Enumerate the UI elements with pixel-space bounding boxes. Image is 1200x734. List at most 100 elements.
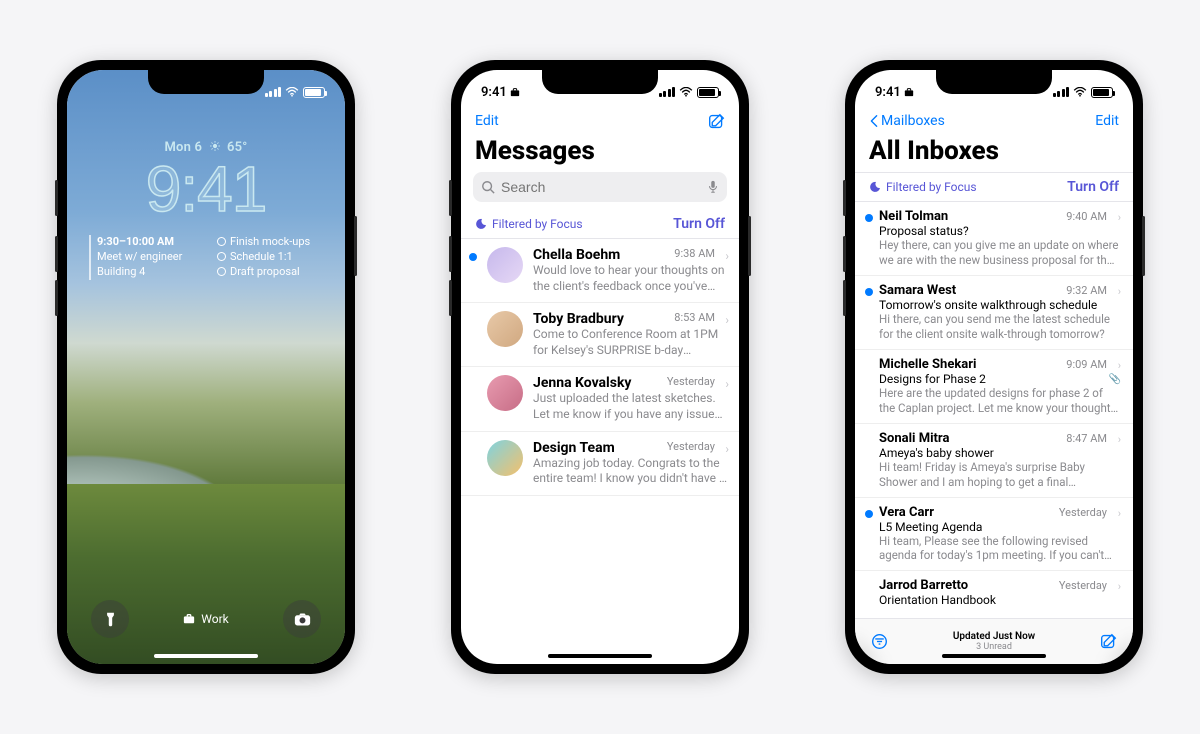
status-time: 9:41 xyxy=(481,85,507,100)
wifi-icon xyxy=(285,87,299,97)
avatar xyxy=(487,311,523,347)
attachment-icon: 📎 xyxy=(1109,374,1121,385)
mail-subject: Ameya's baby shower xyxy=(879,446,1119,460)
home-indicator[interactable] xyxy=(942,654,1046,658)
chevron-right-icon: › xyxy=(725,442,729,456)
mail-subject: Designs for Phase 2 xyxy=(879,372,1119,386)
focus-status-icon xyxy=(510,87,520,97)
timestamp: Yesterday xyxy=(667,375,715,388)
compose-button[interactable] xyxy=(1100,633,1117,650)
timestamp: 9:40 AM xyxy=(1066,210,1107,223)
mail-row[interactable]: Samara WestTomorrow's onsite walkthrough… xyxy=(855,276,1133,350)
lock-time: 9:41 xyxy=(83,157,329,221)
mail-preview: Hey there, can you give me an update on … xyxy=(879,238,1119,268)
mail-row[interactable]: Michelle ShekariDesigns for Phase 2Here … xyxy=(855,350,1133,424)
signal-icon xyxy=(265,87,282,97)
search-input[interactable] xyxy=(473,172,727,202)
timestamp: Yesterday xyxy=(1059,579,1107,592)
message-preview: Just uploaded the latest sketches. Let m… xyxy=(533,391,727,422)
chevron-right-icon: › xyxy=(1118,580,1121,593)
flashlight-button[interactable] xyxy=(91,600,129,638)
turn-off-filter-button[interactable]: Turn Off xyxy=(673,216,725,232)
mail-row[interactable]: Jarrod BarrettoOrientation HandbookI am … xyxy=(855,571,1133,608)
phone-lockscreen: Mon 6 65° 9:41 9:30–10:00 AM Meet w/ eng… xyxy=(57,60,355,674)
mail-subject: Orientation Handbook xyxy=(879,593,1119,607)
unread-count: 3 Unread xyxy=(888,642,1100,652)
filter-button[interactable] xyxy=(871,633,888,650)
chevron-right-icon: › xyxy=(1118,285,1121,298)
unread-dot xyxy=(469,253,477,261)
conversation-row[interactable]: Chella BoehmWould love to hear your thou… xyxy=(461,239,739,303)
mail-row[interactable]: Neil TolmanProposal status?Hey there, ca… xyxy=(855,202,1133,276)
back-button[interactable]: Mailboxes xyxy=(869,113,945,129)
mail-preview: Hi there, can you send me the latest sch… xyxy=(879,312,1119,342)
chevron-right-icon: › xyxy=(1118,211,1121,224)
conversation-list: Chella BoehmWould love to hear your thou… xyxy=(461,239,739,496)
camera-icon xyxy=(294,611,311,628)
mail-list: Neil TolmanProposal status?Hey there, ca… xyxy=(855,202,1133,608)
avatar xyxy=(487,247,523,283)
focus-indicator[interactable]: Work xyxy=(183,612,228,626)
lock-widgets: 9:30–10:00 AM Meet w/ engineer Building … xyxy=(83,235,329,280)
unread-dot xyxy=(865,214,873,222)
reminders-widget[interactable]: Finish mock-ups Schedule 1:1 Draft propo… xyxy=(217,235,323,280)
edit-button[interactable]: Edit xyxy=(1095,113,1119,129)
avatar xyxy=(487,375,523,411)
battery-icon xyxy=(697,87,719,98)
message-preview: Would love to hear your thoughts on the … xyxy=(533,263,727,294)
moon-icon xyxy=(475,218,487,230)
timestamp: 9:09 AM xyxy=(1066,358,1107,371)
timestamp: 9:38 AM xyxy=(674,247,715,260)
chevron-left-icon xyxy=(869,114,879,128)
battery-icon xyxy=(303,87,325,98)
status-time: 9:41 xyxy=(875,85,901,100)
mail-row[interactable]: Sonali MitraAmeya's baby showerHi team! … xyxy=(855,424,1133,498)
timestamp: Yesterday xyxy=(1059,506,1107,519)
focus-filter-label: Filtered by Focus xyxy=(475,217,583,231)
chevron-right-icon: › xyxy=(1118,433,1121,446)
briefcase-icon xyxy=(183,613,195,625)
home-indicator[interactable] xyxy=(548,654,652,658)
unread-dot xyxy=(865,510,873,518)
home-indicator[interactable] xyxy=(154,654,258,658)
mail-preview: Hi team, Please see the following revise… xyxy=(879,534,1119,564)
chevron-right-icon: › xyxy=(725,313,729,327)
conversation-row[interactable]: Jenna KovalskyJust uploaded the latest s… xyxy=(461,367,739,431)
mail-subject: L5 Meeting Agenda xyxy=(879,520,1119,534)
search-icon xyxy=(481,180,495,194)
edit-button[interactable]: Edit xyxy=(475,113,499,129)
compose-button[interactable] xyxy=(708,113,725,130)
mail-subject: Tomorrow's onsite walkthrough schedule xyxy=(879,298,1119,312)
flashlight-icon xyxy=(102,611,119,628)
timestamp: 8:47 AM xyxy=(1066,432,1107,445)
sun-icon xyxy=(210,141,220,151)
mail-preview: Here are the updated designs for phase 2… xyxy=(879,386,1119,416)
signal-icon xyxy=(1053,87,1070,97)
timestamp: 8:53 AM xyxy=(674,311,715,324)
moon-icon xyxy=(869,181,881,193)
chevron-right-icon: › xyxy=(1118,507,1121,520)
timestamp: 9:32 AM xyxy=(1066,284,1107,297)
dictate-icon[interactable] xyxy=(707,180,719,194)
conversation-row[interactable]: Design TeamAmazing job today. Congrats t… xyxy=(461,432,739,496)
message-preview: Amazing job today. Congrats to the entir… xyxy=(533,456,727,487)
unread-dot xyxy=(865,288,873,296)
calendar-widget[interactable]: 9:30–10:00 AM Meet w/ engineer Building … xyxy=(89,235,203,280)
mail-preview: I am hoping you can set aside some time … xyxy=(879,607,1119,608)
focus-status-icon xyxy=(904,87,914,97)
chevron-right-icon: › xyxy=(725,249,729,263)
mail-row[interactable]: Vera CarrL5 Meeting AgendaHi team, Pleas… xyxy=(855,498,1133,572)
avatar xyxy=(487,440,523,476)
mail-preview: Hi team! Friday is Ameya's surprise Baby… xyxy=(879,460,1119,490)
page-title: Messages xyxy=(461,136,739,172)
updated-label: Updated Just Now xyxy=(888,631,1100,642)
focus-filter-label: Filtered by Focus xyxy=(869,180,977,194)
turn-off-filter-button[interactable]: Turn Off xyxy=(1067,179,1119,195)
message-preview: Come to Conference Room at 1PM for Kelse… xyxy=(533,327,727,358)
page-title: All Inboxes xyxy=(855,136,1133,172)
chevron-right-icon: › xyxy=(725,377,729,391)
conversation-row[interactable]: Toby BradburyCome to Conference Room at … xyxy=(461,303,739,367)
chevron-right-icon: › xyxy=(1118,359,1121,372)
camera-button[interactable] xyxy=(283,600,321,638)
phone-messages: 9:41 Edit Messages Filtered by Focus T xyxy=(451,60,749,674)
